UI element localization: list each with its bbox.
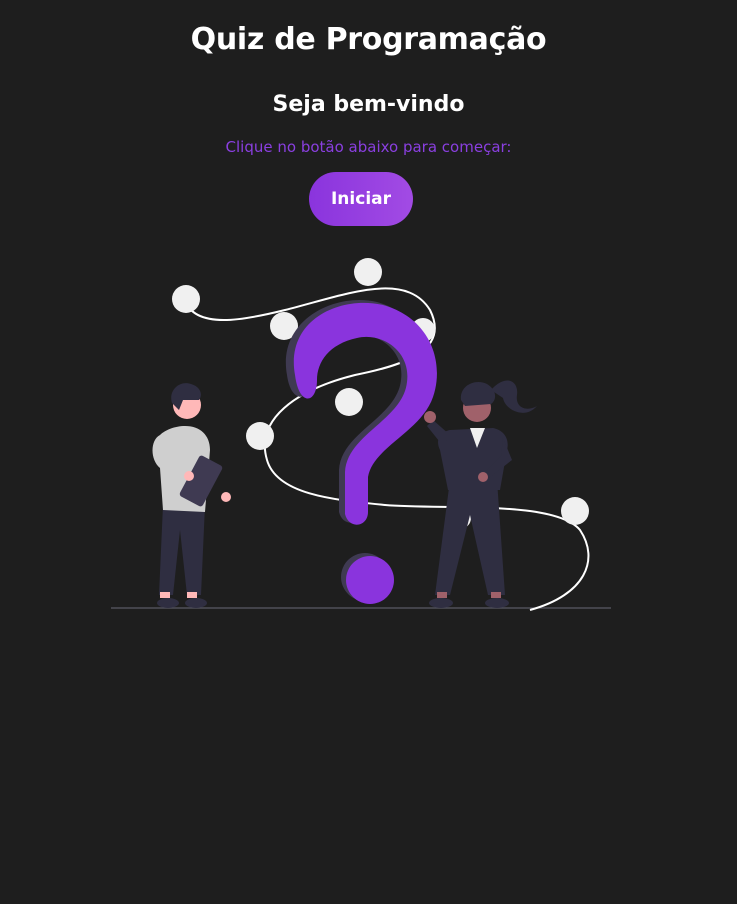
welcome-heading: Seja bem-vindo (272, 92, 465, 117)
decorative-dots (172, 258, 589, 529)
person-left (152, 383, 231, 608)
quiz-app: Quiz de Programação Seja bem-vindo Cliqu… (0, 0, 737, 904)
start-button[interactable]: Iniciar (309, 172, 413, 226)
question-mark-people-illustration (111, 258, 611, 611)
person-right (424, 380, 537, 608)
start-instruction: Clique no botão abaixo para começar: (225, 138, 512, 156)
page-title: Quiz de Programação (190, 22, 547, 57)
question-mark-icon (293, 302, 437, 604)
